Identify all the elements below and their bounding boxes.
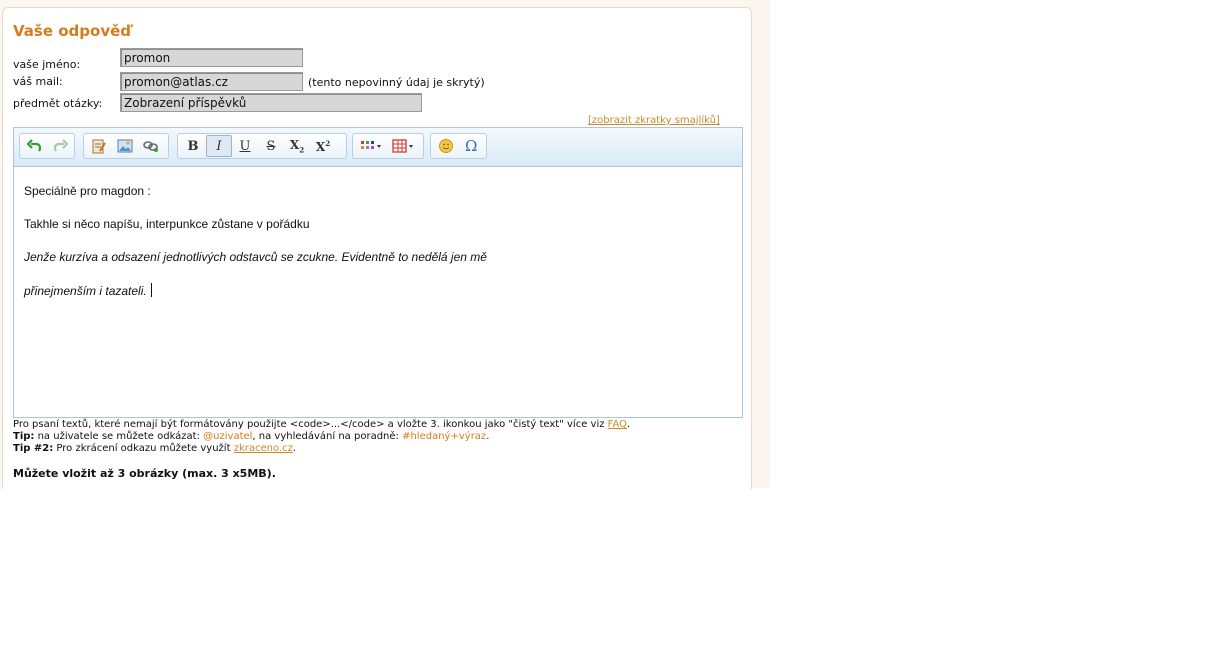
- faq-link[interactable]: FAQ: [608, 419, 627, 430]
- redo-icon: [52, 139, 68, 153]
- tip-1-end: .: [486, 431, 490, 442]
- bold-button[interactable]: B: [180, 135, 206, 157]
- tip-1-user: @uzivatel: [203, 431, 253, 442]
- name-field[interactable]: promon: [120, 48, 303, 67]
- italic-button[interactable]: I: [206, 135, 232, 157]
- toolbar-group-format: B I U S X2 X2: [177, 133, 347, 159]
- insert-image-icon: [117, 139, 133, 153]
- toolbar-group-blocks: [352, 133, 424, 159]
- redo-button[interactable]: [47, 135, 72, 157]
- images-limit-note: Můžete vložit až 3 obrázky (max. 3 x5MB)…: [13, 467, 276, 480]
- email-field[interactable]: promon@atlas.cz: [120, 72, 303, 91]
- tip-1-search: #hledaný+výraz: [402, 431, 487, 442]
- editor-toolbar: B I U S X2 X2 Ω: [14, 128, 742, 167]
- mail-hint: (tento nepovinný údaj je skrytý): [308, 76, 485, 89]
- tip-2-end: .: [292, 443, 297, 454]
- editor-line-1: Speciálně pro magdon :: [24, 184, 151, 198]
- shortener-link[interactable]: zkraceno.cz: [234, 443, 293, 454]
- strikethrough-button[interactable]: S: [258, 135, 284, 157]
- insert-image-button[interactable]: [112, 135, 138, 157]
- footer-tip-1: Tip: na uživatele se můžete odkázat: @uz…: [13, 431, 489, 442]
- editor-line-4: přinejmenším i tazateli.: [24, 283, 152, 298]
- strikethrough-icon: S: [266, 138, 276, 154]
- list-dropdown-button[interactable]: [355, 135, 387, 157]
- underline-icon: U: [239, 138, 251, 154]
- bold-icon: B: [187, 138, 199, 154]
- superscript-button[interactable]: X2: [310, 135, 336, 157]
- tip-2-text: Pro zkrácení odkazu můžete využít: [53, 443, 234, 454]
- special-char-icon: Ω: [465, 137, 478, 155]
- footer-code-hint: Pro psaní textů, které nemají být formát…: [13, 419, 630, 430]
- toolbar-group-insert: [83, 133, 169, 159]
- insert-link-button[interactable]: [138, 135, 164, 157]
- undo-icon: [26, 139, 43, 153]
- smiley-icon: [438, 138, 454, 154]
- paste-text-button[interactable]: [86, 135, 112, 157]
- italic-icon: I: [216, 138, 222, 154]
- editor-line-3: Jenže kurzíva a odsazení jednotlivých od…: [24, 250, 487, 264]
- undo-button[interactable]: [22, 135, 47, 157]
- show-smiley-shortcuts-link[interactable]: [zobrazit zkratky smajlíků]: [588, 115, 720, 126]
- superscript-icon: X2: [316, 139, 330, 154]
- name-label: vaše jméno:: [13, 58, 81, 71]
- toolbar-group-history: [19, 133, 75, 159]
- paste-text-icon: [91, 138, 107, 154]
- smiley-button[interactable]: [433, 135, 459, 157]
- text-caret: [150, 283, 152, 297]
- subscript-mark: 2: [299, 145, 305, 155]
- tip-1-label: Tip:: [13, 431, 35, 442]
- subscript-base: X: [289, 137, 300, 152]
- special-char-button[interactable]: Ω: [459, 135, 485, 157]
- tip-1-text: na uživatele se můžete odkázat:: [34, 431, 204, 442]
- tip-2-label: Tip #2:: [13, 443, 54, 454]
- subscript-button[interactable]: X2: [284, 135, 310, 157]
- superscript-base: X: [315, 139, 326, 154]
- code-hint-text: Pro psaní textů, které nemají být formát…: [13, 419, 608, 430]
- code-hint-end: .: [627, 419, 631, 430]
- table-dropdown-button[interactable]: [387, 135, 419, 157]
- table-icon: [392, 139, 414, 153]
- mail-label: váš mail:: [13, 75, 63, 88]
- footer-tip-2: Tip #2: Pro zkrácení odkazu můžete využí…: [13, 443, 296, 454]
- form-title: Vaše odpověď: [13, 22, 132, 40]
- list-icon: [360, 140, 382, 152]
- editor-line-2: Takhle si něco napíšu, interpunkce zůsta…: [24, 217, 310, 231]
- editor-line-4-text: přinejmenším i tazateli.: [24, 284, 147, 298]
- insert-link-icon: [143, 139, 159, 153]
- superscript-mark: 2: [325, 138, 331, 148]
- tip-1-mid: , na vyhledávání na poradně:: [252, 431, 403, 442]
- subject-label: předmět otázky:: [13, 97, 103, 110]
- subject-field[interactable]: Zobrazení příspěvků: [120, 93, 422, 112]
- rich-text-editor[interactable]: B I U S X2 X2 Ω Speciálně pro magdon: T…: [13, 127, 743, 418]
- subscript-icon: X2: [290, 138, 304, 154]
- underline-button[interactable]: U: [232, 135, 258, 157]
- toolbar-group-extras: Ω: [430, 133, 487, 159]
